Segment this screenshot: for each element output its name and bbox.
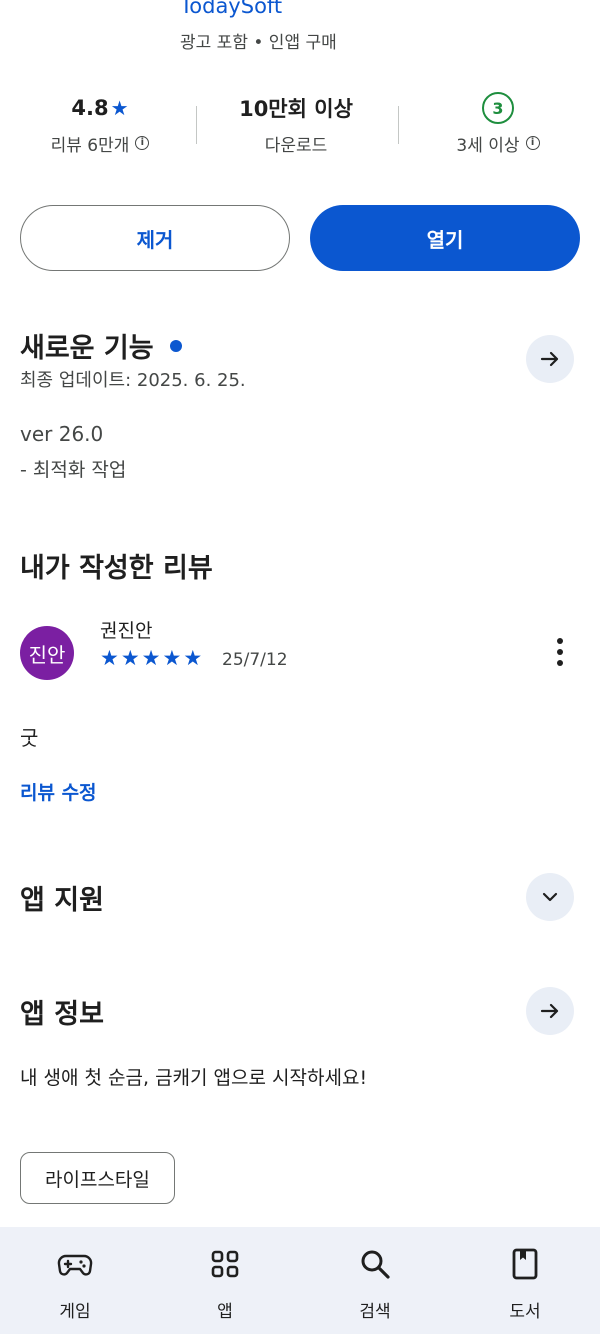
my-review-title: 내가 작성한 리뷰 [20,553,213,584]
star-icon: ★ [110,96,129,120]
avatar: 진안 [20,626,74,680]
uninstall-button[interactable]: 제거 [20,205,290,271]
edit-review-link[interactable]: 리뷰 수정 [20,778,97,805]
stats-row: 4.8 ★ 리뷰 6만개 i 10만회 이상 다운로드 3 3세 이상 i [0,88,600,168]
nav-label: 도서 [509,1302,541,1322]
last-updated: 최종 업데이트: 2025. 6. 25. [20,370,246,391]
rating-stat[interactable]: 4.8 ★ 리뷰 6만개 i [0,88,200,158]
review-stars: ★ ★ ★ ★ ★ [100,647,202,669]
review-text: 굿 [20,726,39,750]
downloads-stat: 10만회 이상 다운로드 [196,88,396,158]
app-info-title: 앱 정보 [20,999,104,1030]
search-icon [361,1250,390,1279]
gamepad-icon [57,1254,93,1276]
downloads-value: 10만회 이상 [239,97,353,121]
age-rating-badge: 3 [482,92,514,124]
my-review-heading: 내가 작성한 리뷰 [20,546,213,585]
nav-label: 앱 [217,1302,233,1322]
star-icon: ★ [120,646,140,670]
chevron-down-icon [542,892,558,902]
review-date: 25/7/12 [222,650,288,670]
bottom-navigation: 게임 앱 검색 도서 [0,1227,600,1334]
whats-new-arrow-button[interactable] [526,335,574,383]
version-text: ver 26.0 [20,422,104,446]
star-icon: ★ [162,646,182,670]
release-notes: - 최적화 작업 [20,459,127,481]
downloads-label: 다운로드 [264,135,328,156]
reviewer-name: 권진안 [100,620,153,642]
app-info-arrow-button[interactable] [526,987,574,1035]
nav-label: 검색 [359,1302,391,1322]
nav-label: 게임 [59,1302,91,1322]
whats-new-title: 새로운 기능 [20,333,154,364]
info-icon[interactable]: i [525,136,540,150]
arrow-right-icon [540,351,559,367]
new-indicator-dot [169,339,182,352]
app-support-title: 앱 지원 [20,885,104,916]
nav-apps[interactable]: 앱 [150,1227,300,1334]
apps-grid-icon [211,1250,239,1278]
nav-games[interactable]: 게임 [0,1227,150,1334]
category-chip[interactable]: 라이프스타일 [20,1152,175,1204]
rating-value: 4.8 [71,96,109,120]
app-subinfo: 광고 포함 • 인앱 구매 [180,33,337,53]
book-icon [512,1248,538,1280]
developer-link[interactable]: TodaySoft [180,0,282,18]
nav-search[interactable]: 검색 [300,1227,450,1334]
nav-books[interactable]: 도서 [450,1227,600,1334]
star-icon: ★ [100,646,119,670]
reviews-count: 리뷰 6만개 [50,135,130,156]
app-description: 내 생애 첫 순금, 금캐기 앱으로 시작하세요! [20,1067,368,1089]
more-options-icon[interactable] [546,636,574,668]
info-icon[interactable]: i [135,136,150,150]
star-icon: ★ [183,646,203,670]
arrow-right-icon [540,1003,559,1019]
app-support-heading: 앱 지원 [20,878,104,917]
whats-new-heading: 새로운 기능 [20,326,182,365]
open-button[interactable]: 열기 [310,205,580,271]
star-icon: ★ [141,646,161,670]
age-rating-label: 3세 이상 [456,135,520,156]
app-info-heading: 앱 정보 [20,992,104,1031]
app-support-expand-button[interactable] [526,873,574,921]
age-rating-stat[interactable]: 3 3세 이상 i [398,88,598,158]
